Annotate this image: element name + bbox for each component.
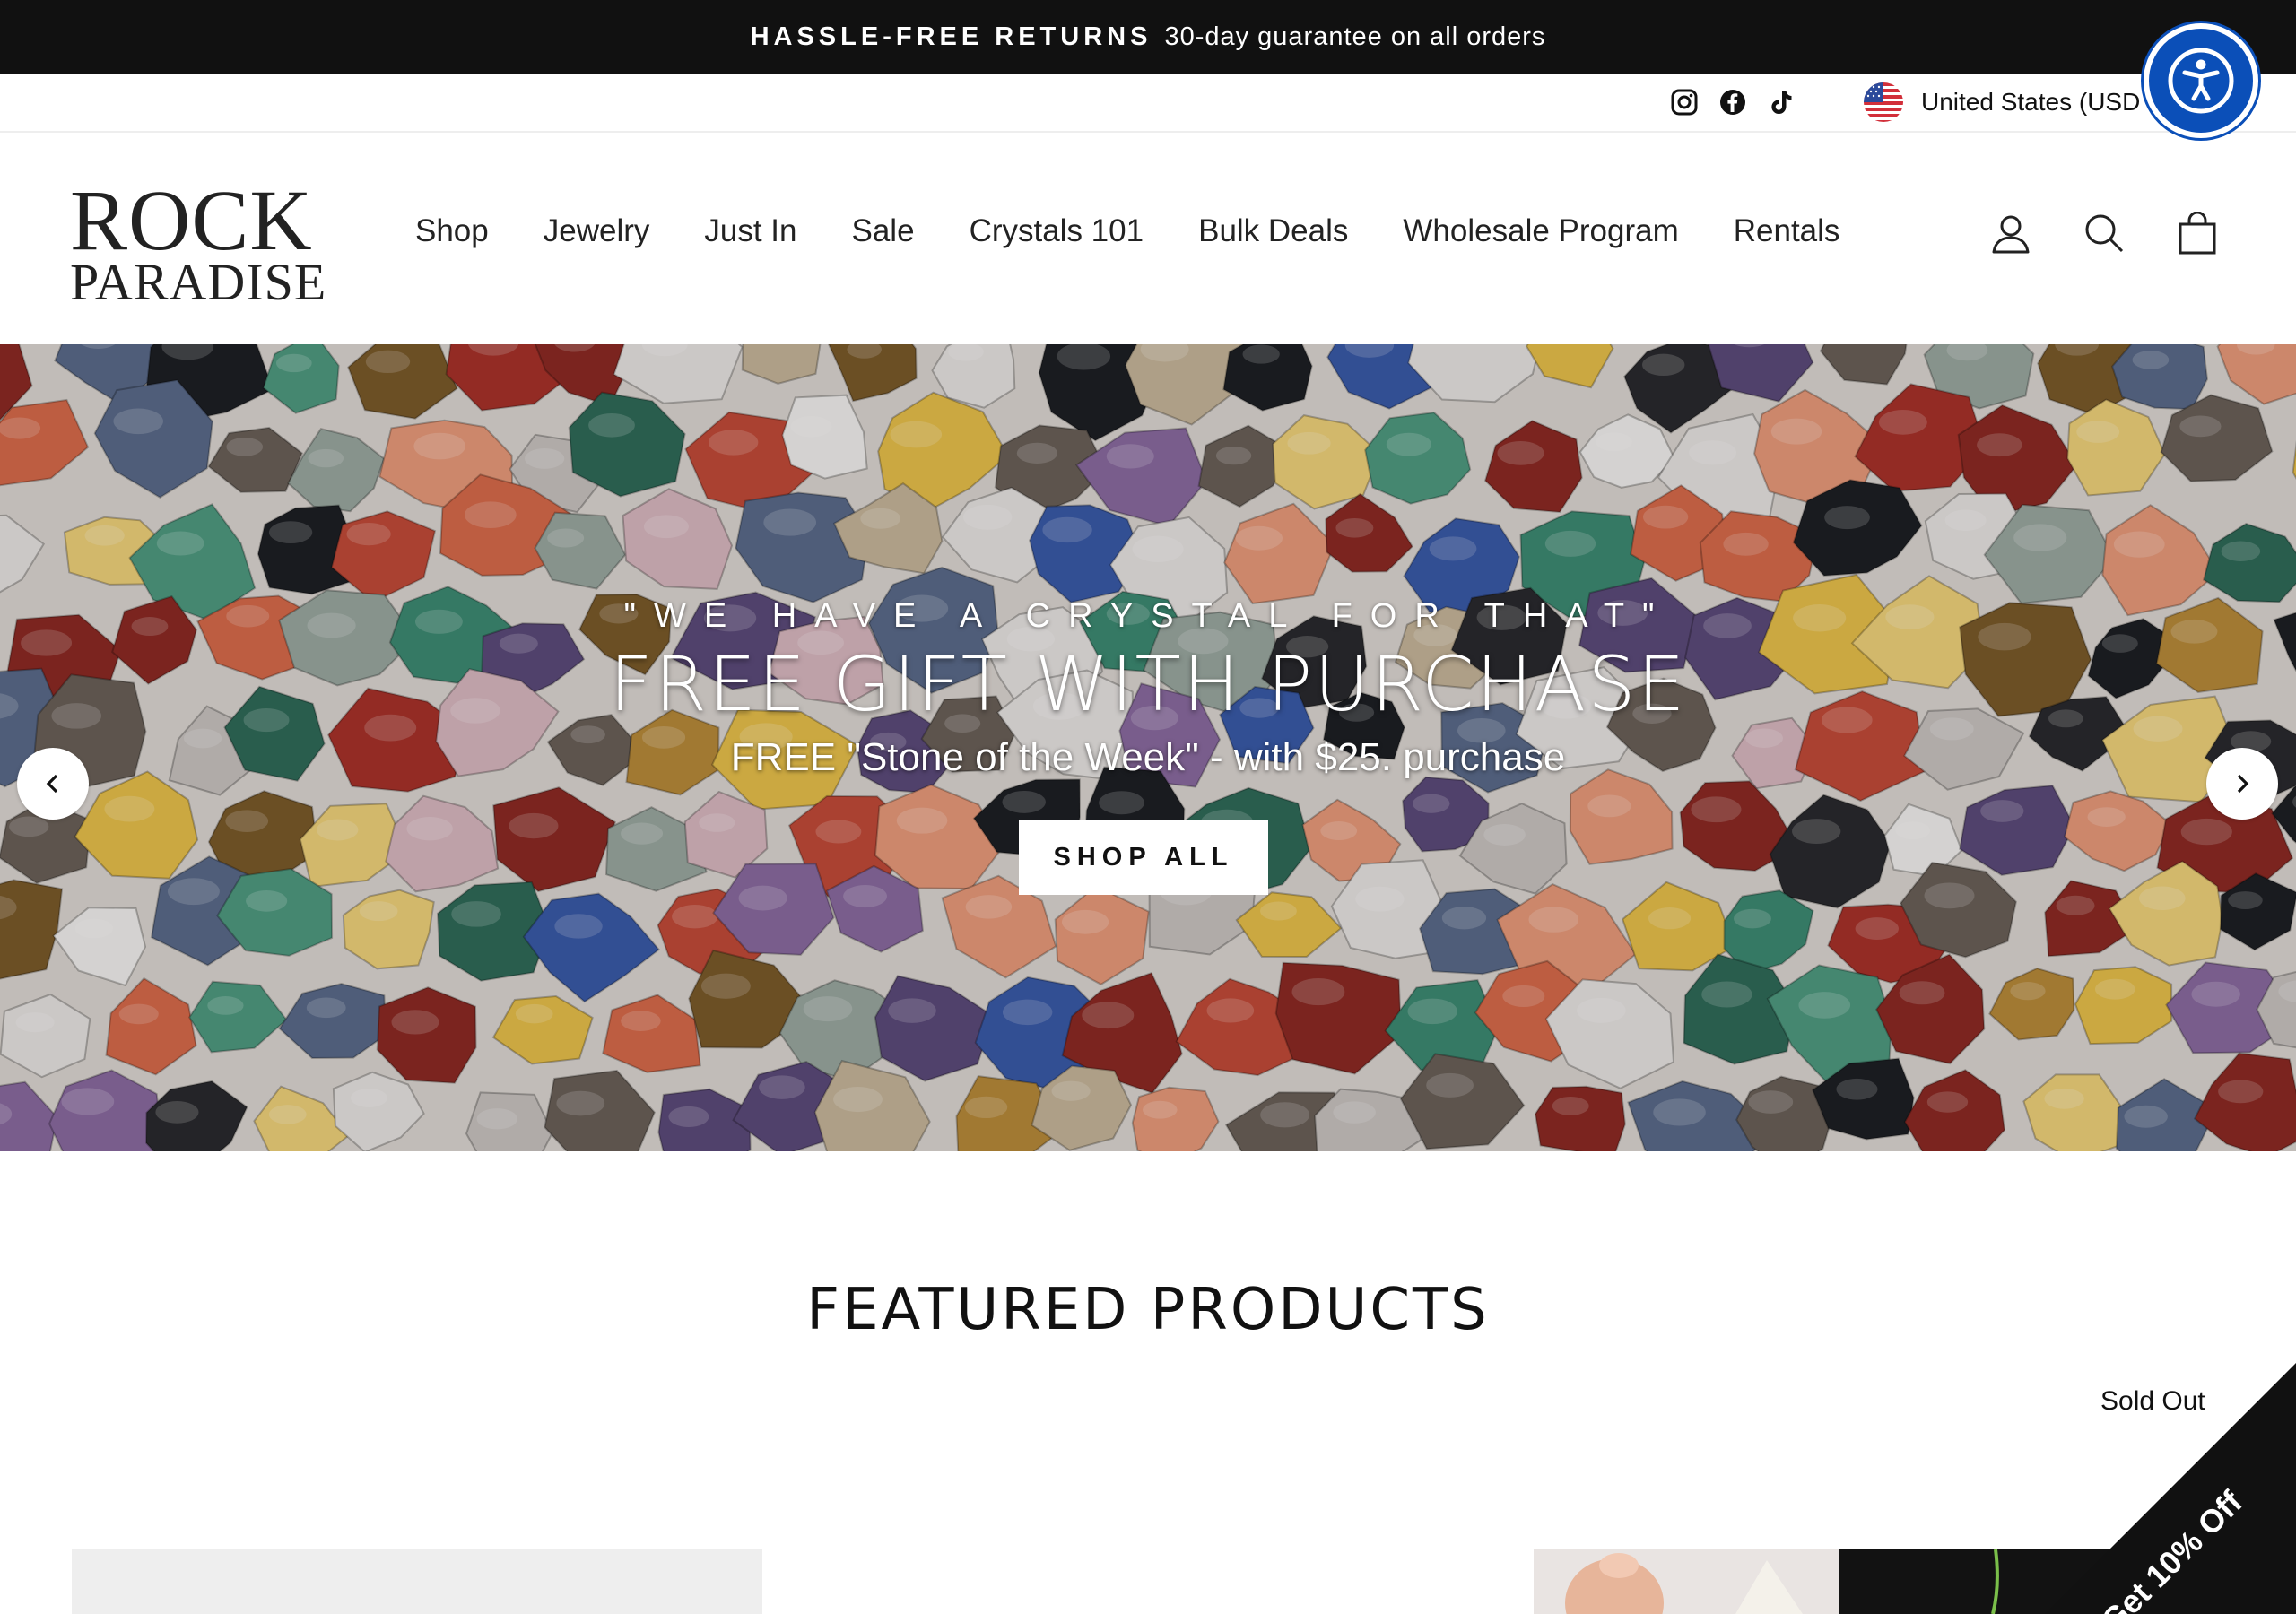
cart-icon[interactable]: [2176, 210, 2219, 256]
accessibility-button[interactable]: [2144, 23, 2258, 138]
nav-shop[interactable]: Shop: [415, 213, 489, 249]
chevron-right-icon: [2237, 774, 2249, 794]
hero-content: "WE HAVE A CRYSTAL FOR THAT" FREE GIFT W…: [0, 344, 2296, 1151]
facebook-icon[interactable]: [1717, 86, 1749, 118]
announcement-text: 30-day guarantee on all orders: [1164, 22, 1546, 51]
search-icon[interactable]: [2083, 210, 2126, 256]
announcement-bar: HASSLE-FREE RETURNS 30-day guarantee on …: [0, 0, 2296, 74]
nav-jewelry[interactable]: Jewelry: [544, 213, 650, 249]
instagram-icon[interactable]: [1668, 86, 1700, 118]
site-header: ROCK PARADISE Shop Jewelry Just In Sale …: [0, 134, 2296, 344]
nav-rentals[interactable]: Rentals: [1734, 213, 1840, 249]
utility-bar: United States (USD: [0, 74, 2296, 133]
nav-crystals-101[interactable]: Crystals 101: [970, 213, 1144, 249]
nav-just-in[interactable]: Just In: [704, 213, 796, 249]
chevron-left-icon: [46, 774, 58, 794]
country-label: United States (USD: [1921, 88, 2141, 116]
tiktok-icon[interactable]: [1765, 86, 1797, 118]
slide-prev-button[interactable]: [17, 748, 89, 820]
account-icon[interactable]: [1989, 210, 2032, 256]
featured-products-title: FEATURED PRODUCTS: [806, 1277, 1490, 1343]
us-flag-icon: [1864, 82, 1903, 122]
nav-bulk-deals[interactable]: Bulk Deals: [1198, 213, 1348, 249]
hero-subheadline: FREE "Stone of the Week" - with $25. pur…: [730, 735, 1566, 779]
hero-kicker: "WE HAVE A CRYSTAL FOR THAT": [623, 597, 1673, 635]
hero-headline: FREE GIFT WITH PURCHASE: [609, 640, 1687, 728]
logo-line-1: ROCK: [70, 172, 313, 268]
product-card-image[interactable]: [72, 1549, 762, 1614]
nav-wholesale-program[interactable]: Wholesale Program: [1403, 213, 1678, 249]
shop-all-button[interactable]: SHOP ALL: [1019, 820, 1268, 895]
nav-sale[interactable]: Sale: [852, 213, 915, 249]
social-links: [1668, 86, 1797, 118]
slide-next-button[interactable]: [2206, 748, 2278, 820]
hero-slideshow: "WE HAVE A CRYSTAL FOR THAT" FREE GIFT W…: [0, 344, 2296, 1151]
header-icons: [1989, 210, 2219, 256]
get-discount-tab[interactable]: Get 10% Off: [2036, 1363, 2296, 1614]
logo-line-2: PARADISE: [70, 253, 327, 311]
site-logo[interactable]: ROCK PARADISE: [70, 172, 330, 308]
accessibility-icon: [2168, 48, 2234, 114]
announcement-strong: HASSLE-FREE RETURNS: [750, 22, 1152, 51]
main-nav: Shop Jewelry Just In Sale Crystals 101 B…: [415, 213, 1839, 249]
country-selector[interactable]: United States (USD: [1864, 82, 2140, 122]
